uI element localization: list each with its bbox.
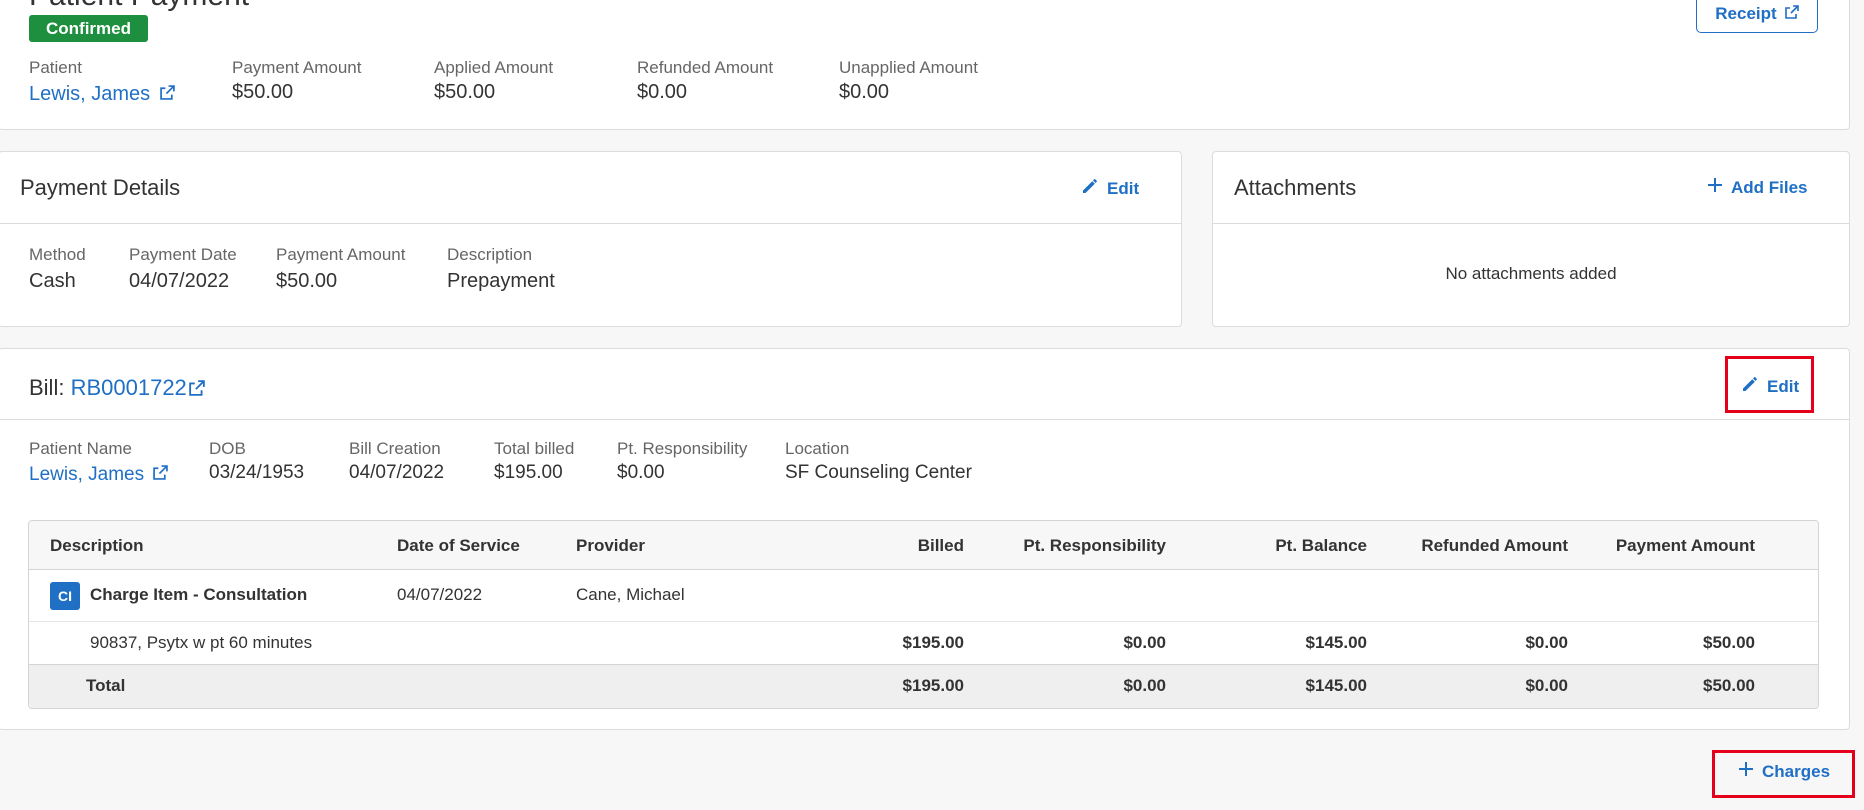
add-files-button[interactable]: Add Files (1707, 177, 1808, 198)
charges-table: Description Date of Service Provider Bil… (28, 520, 1819, 709)
dob-label: DOB (209, 439, 246, 458)
bill-title: Bill: RB0001722 (29, 375, 205, 402)
total-pt-responsibility: $0.00 (1123, 676, 1166, 695)
patient-label: Patient (29, 58, 82, 77)
unapplied-amount-label: Unapplied Amount (839, 58, 978, 77)
highlight-box-charges (1712, 750, 1855, 798)
patient-name-label: Patient Name (29, 439, 132, 458)
column-header-payment-amount: Payment Amount (1615, 536, 1755, 555)
charge-item-provider: Cane, Michael (576, 585, 685, 604)
table-row: 90837, Psytx w pt 60 minutes $195.00 $0.… (29, 622, 1818, 665)
payment-amount-label: Payment Amount (276, 245, 406, 264)
patient-name: Lewis, James (29, 83, 151, 105)
edit-label: Edit (1107, 178, 1140, 198)
line-item-pt-responsibility: $0.00 (1123, 633, 1166, 652)
bill-prefix: Bill: (29, 375, 65, 400)
bill-creation-label: Bill Creation (349, 439, 441, 458)
column-header-description: Description (50, 536, 144, 555)
pencil-icon (1081, 177, 1099, 200)
external-link-icon (189, 376, 205, 402)
description-value: Prepayment (447, 270, 555, 292)
line-item-pt-balance: $145.00 (1305, 633, 1367, 652)
charge-item-description: Charge Item - Consultation (90, 585, 308, 604)
pt-responsibility-value: $0.00 (617, 462, 665, 483)
location-label: Location (785, 439, 850, 458)
dob-value: 03/24/1953 (209, 462, 305, 483)
attachments-card: Attachments Add Files No attachments add… (1212, 151, 1850, 327)
payment-amount-value: $50.00 (276, 270, 338, 292)
add-files-label: Add Files (1731, 177, 1808, 197)
table-header-row: Description Date of Service Provider Bil… (29, 521, 1818, 570)
bill-creation-value: 04/07/2022 (349, 462, 445, 483)
attachments-title: Attachments (1234, 175, 1357, 200)
highlight-box-edit-bill (1725, 356, 1814, 413)
bill-patient-name: Lewis, James (29, 464, 145, 486)
empty-attachments-text: No attachments added (1445, 264, 1617, 283)
column-header-pt-responsibility: Pt. Responsibility (1023, 536, 1166, 555)
table-total-row: Total $195.00 $0.00 $145.00 $0.00 $50.00 (29, 665, 1818, 708)
divider (1213, 223, 1849, 224)
total-label: Total (86, 676, 126, 695)
external-link-icon (159, 83, 175, 106)
charge-item-date: 04/07/2022 (397, 585, 483, 604)
bill-patient-link[interactable]: Lewis, James (29, 464, 169, 486)
charge-item-badge: CI (50, 582, 80, 610)
external-link-icon (153, 464, 169, 486)
pt-responsibility-label: Pt. Responsibility (617, 439, 748, 458)
divider (0, 419, 1849, 420)
column-header-billed: Billed (917, 536, 964, 555)
total-pt-balance: $145.00 (1305, 676, 1367, 695)
bill-number-link[interactable]: RB0001722 (71, 375, 205, 400)
external-link-icon (1784, 4, 1799, 24)
line-item-refunded: $0.00 (1525, 633, 1568, 652)
column-header-pt-balance: Pt. Balance (1275, 536, 1367, 555)
plus-icon (1707, 177, 1723, 198)
payment-date-label: Payment Date (129, 245, 237, 264)
total-refunded: $0.00 (1525, 676, 1568, 695)
receipt-button-label: Receipt (1715, 3, 1777, 23)
applied-amount-label: Applied Amount (434, 58, 554, 77)
status-badge: Confirmed (29, 15, 148, 42)
payment-amount-label: Payment Amount (232, 58, 362, 77)
column-header-date-of-service: Date of Service (397, 536, 520, 555)
column-header-refunded-amount: Refunded Amount (1421, 536, 1568, 555)
divider (0, 223, 1181, 224)
refunded-amount-label: Refunded Amount (637, 58, 774, 77)
total-billed-label: Total billed (494, 439, 575, 458)
table-row: CI Charge Item - Consultation 04/07/2022… (29, 570, 1818, 622)
page-title: Patient Payment (29, 0, 249, 13)
payment-date-value: 04/07/2022 (129, 270, 230, 292)
location-value: SF Counseling Center (785, 462, 972, 483)
payment-details-card: Payment Details Edit Method Cash Payment… (0, 151, 1182, 327)
payment-amount-value: $50.00 (232, 81, 294, 103)
line-item-payment: $50.00 (1703, 633, 1755, 652)
refunded-amount-value: $0.00 (637, 81, 688, 103)
total-payment: $50.00 (1703, 676, 1755, 695)
description-label: Description (447, 245, 533, 264)
total-billed: $195.00 (902, 676, 964, 695)
unapplied-amount-value: $0.00 (839, 81, 890, 103)
edit-payment-details-button[interactable]: Edit (1081, 177, 1139, 200)
applied-amount-value: $50.00 (434, 81, 496, 103)
payment-details-title: Payment Details (20, 175, 181, 200)
total-billed-value: $195.00 (494, 462, 563, 483)
method-label: Method (29, 245, 86, 264)
patient-link[interactable]: Lewis, James (29, 83, 175, 106)
line-item-description: 90837, Psytx w pt 60 minutes (90, 633, 313, 652)
column-header-provider: Provider (576, 536, 645, 555)
bill-number: RB0001722 (70, 375, 187, 400)
receipt-button[interactable]: Receipt (1696, 0, 1818, 33)
method-value: Cash (29, 270, 76, 292)
payment-header-card: Patient Payment Confirmed Receipt Patien… (0, 0, 1850, 130)
line-item-billed: $195.00 (902, 633, 964, 652)
